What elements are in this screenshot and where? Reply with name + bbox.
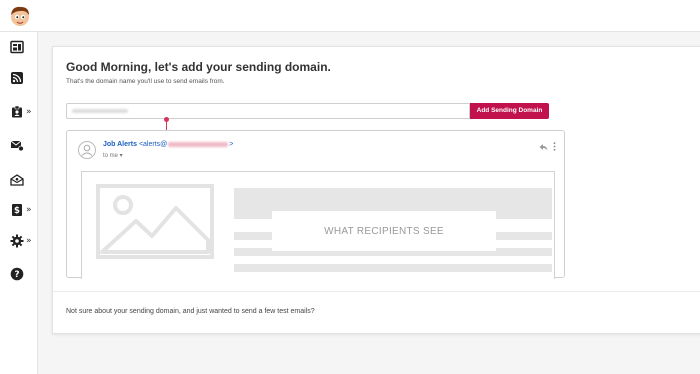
- sidebar-item-mail-campaign[interactable]: [10, 171, 36, 189]
- add-sending-domain-button[interactable]: Add Sending Domain: [470, 103, 549, 119]
- page-title: Good Morning, let's add your sending dom…: [66, 60, 331, 74]
- sidebar-item-help[interactable]: ?: [10, 265, 36, 283]
- placeholder-bar: [234, 264, 552, 272]
- recipients-see-label: WHAT RECIPIENTS SEE: [272, 211, 496, 251]
- more-options-icon: [553, 142, 556, 151]
- billing-icon: $: [12, 204, 22, 216]
- sender-name: Job Alerts: [103, 141, 137, 148]
- page-subtitle: That's the domain name you'll use to sen…: [66, 78, 225, 85]
- email-body-mockup: WHAT RECIPIENTS SEE: [81, 171, 555, 279]
- sidebar-item-billing[interactable]: $ »: [10, 201, 36, 219]
- blurred-domain-text: [72, 109, 128, 113]
- sidebar-item-email-settings[interactable]: [10, 136, 36, 154]
- sender-line: Job Alerts <alerts@ >: [103, 141, 233, 148]
- main-card: Good Morning, let's add your sending dom…: [52, 46, 700, 334]
- sidebar-item-jobs[interactable]: »: [10, 103, 36, 121]
- reply-icon: [539, 144, 548, 151]
- sidebar-item-dashboard[interactable]: [10, 38, 36, 56]
- email-settings-icon: [10, 140, 24, 152]
- divider: [53, 291, 700, 292]
- mail-campaign-icon: [10, 174, 24, 186]
- submenu-chevron-icon: »: [26, 236, 32, 246]
- dashboard-icon: [10, 40, 24, 54]
- rss-icon: [11, 72, 23, 84]
- image-placeholder-icon: [96, 184, 214, 259]
- jobs-icon: [12, 105, 22, 118]
- sender-email-open: <alerts@: [138, 141, 168, 148]
- submenu-chevron-icon: »: [26, 107, 32, 117]
- settings-gear-icon: [10, 234, 24, 248]
- blurred-sender-domain: [168, 141, 229, 147]
- submenu-chevron-icon: »: [26, 205, 32, 215]
- sidebar: » $ » » ?: [0, 32, 38, 374]
- top-bar: [0, 0, 700, 32]
- recipient-line: to me ▾: [103, 153, 123, 159]
- sender-avatar-icon: [78, 141, 96, 159]
- test-emails-prompt: Not sure about your sending domain, and …: [66, 308, 315, 315]
- mascot-avatar-icon[interactable]: [8, 4, 32, 28]
- svg-text:$: $: [14, 206, 20, 216]
- help-icon: ?: [10, 267, 24, 281]
- svg-text:?: ?: [14, 270, 19, 280]
- sender-email-close: >: [229, 141, 234, 148]
- email-preview: Job Alerts <alerts@ > to me ▾ WHAT RECIPI…: [66, 130, 565, 279]
- sidebar-item-settings[interactable]: »: [10, 232, 36, 250]
- connector-dot-top: [164, 117, 169, 122]
- sidebar-item-rss[interactable]: [10, 69, 36, 87]
